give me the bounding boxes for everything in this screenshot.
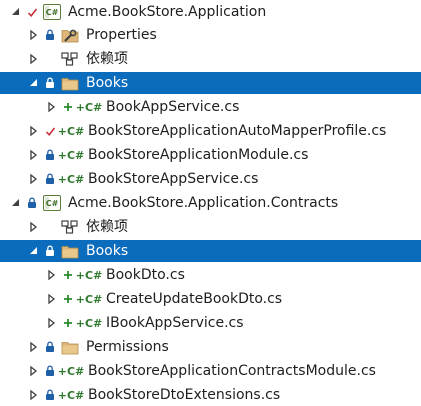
csharp-file-icon: +C# [57, 170, 85, 188]
project-icon: C# [42, 3, 62, 21]
expanded-arrow-icon[interactable] [10, 195, 22, 211]
collapsed-arrow-icon[interactable] [28, 51, 40, 67]
tree-row-dependencies[interactable]: 依赖项 [0, 48, 421, 70]
collapsed-arrow-icon[interactable] [28, 27, 40, 43]
tree-row-label: CreateUpdateBookDto.cs [106, 291, 283, 307]
tree-row-applicationmodule[interactable]: +C# BookStoreApplicationModule.cs [0, 144, 421, 166]
folder-icon [60, 74, 80, 92]
csharp-file-icon: +C# [57, 122, 85, 140]
tree-row-label: BookStoreApplicationAutoMapperProfile.cs [88, 123, 387, 139]
collapsed-arrow-icon[interactable] [46, 291, 58, 307]
tree-row-label: Acme.BookStore.Application.Contracts [68, 195, 339, 211]
collapsed-arrow-icon[interactable] [28, 171, 40, 187]
tree-row-label: Permissions [86, 339, 169, 355]
dependencies-icon [60, 218, 80, 236]
project-icon: C# [42, 194, 62, 212]
collapsed-arrow-icon[interactable] [46, 99, 58, 115]
checkmark-icon [44, 123, 56, 139]
tree-row-label: Properties [86, 27, 157, 43]
lock-icon [26, 195, 38, 211]
collapsed-arrow-icon[interactable] [28, 123, 40, 139]
project-box: C# [43, 195, 61, 211]
tree-row-label: BookStoreApplicationContractsModule.cs [88, 363, 376, 379]
csharp-glyph: +C# [75, 292, 103, 306]
tree-row-dtoextensions[interactable]: +C# BookStoreDtoExtensions.cs [0, 384, 421, 406]
csharp-glyph: +C# [75, 268, 103, 282]
tree-row-permissions-folder[interactable]: Permissions [0, 336, 421, 358]
tree-row-application-project[interactable]: C# Acme.BookStore.Application [0, 1, 421, 23]
expanded-arrow-icon[interactable] [28, 75, 40, 91]
collapsed-arrow-icon[interactable] [28, 363, 40, 379]
collapsed-arrow-icon[interactable] [46, 315, 58, 331]
tree-row-books-folder[interactable]: Books [0, 72, 421, 94]
csharp-file-icon: +C# [57, 386, 85, 404]
tree-row-contracts-books-folder[interactable]: Books [0, 240, 421, 262]
folder-icon [60, 338, 80, 356]
tree-row-label: BookStoreApplicationModule.cs [88, 147, 309, 163]
tree-row-contractsmodule[interactable]: +C# BookStoreApplicationContractsModule.c… [0, 360, 421, 382]
csharp-file-icon: +C# [57, 146, 85, 164]
lock-icon [44, 147, 56, 163]
tree-row-createupdatebookdto[interactable]: +C# CreateUpdateBookDto.cs [0, 288, 421, 310]
plus-icon [62, 99, 74, 115]
csharp-file-icon: +C# [57, 362, 85, 380]
tree-row-properties[interactable]: Properties [0, 24, 421, 46]
csharp-file-icon: +C# [75, 98, 103, 116]
tree-row-label: IBookAppService.cs [106, 315, 244, 331]
tree-row-contracts-project[interactable]: C# Acme.BookStore.Application.Contracts [0, 192, 421, 214]
csharp-file-icon: +C# [75, 314, 103, 332]
csharp-file-icon: +C# [75, 290, 103, 308]
csharp-glyph: +C# [57, 364, 85, 378]
tree-row-label: BookAppService.cs [106, 99, 240, 115]
expanded-arrow-icon[interactable] [10, 4, 22, 20]
project-box: C# [43, 4, 61, 20]
tree-row-bookdto[interactable]: +C# BookDto.cs [0, 264, 421, 286]
tree-row-automapperprofile[interactable]: +C# BookStoreApplicationAutoMapperProfile… [0, 120, 421, 142]
tree-row-bookappservice[interactable]: +C# BookAppService.cs [0, 96, 421, 118]
tree-row-appservice[interactable]: +C# BookStoreAppService.cs [0, 168, 421, 190]
lock-icon [44, 363, 56, 379]
collapsed-arrow-icon[interactable] [28, 219, 40, 235]
tree-row-label: BookDto.cs [106, 267, 185, 283]
lock-icon [44, 27, 56, 43]
tree-row-label: BookStoreDtoExtensions.cs [88, 387, 281, 403]
lock-icon [44, 387, 56, 403]
tree-row-label: 依赖项 [86, 51, 128, 67]
csharp-glyph: +C# [75, 316, 103, 330]
checkmark-icon [26, 4, 38, 20]
collapsed-arrow-icon[interactable] [28, 147, 40, 163]
plus-icon [62, 291, 74, 307]
plus-icon [62, 315, 74, 331]
tree-row-ibookappservice[interactable]: +C# IBookAppService.cs [0, 312, 421, 334]
tree-row-label: 依赖项 [86, 219, 128, 235]
collapsed-arrow-icon[interactable] [28, 387, 40, 403]
tree-row-contracts-dependencies[interactable]: 依赖项 [0, 216, 421, 238]
dependencies-icon [60, 50, 80, 68]
tree-row-label: Acme.BookStore.Application [68, 4, 267, 20]
csharp-glyph: +C# [57, 172, 85, 186]
csharp-glyph: +C# [57, 124, 85, 138]
lock-icon [44, 339, 56, 355]
tree-row-label: Books [86, 75, 129, 91]
csharp-glyph: +C# [57, 148, 85, 162]
tree-row-label: BookStoreAppService.cs [88, 171, 259, 187]
csharp-file-icon: +C# [75, 266, 103, 284]
state-placeholder [44, 219, 56, 235]
csharp-glyph: +C# [75, 100, 103, 114]
plus-icon [62, 267, 74, 283]
lock-icon [44, 171, 56, 187]
csharp-glyph: +C# [57, 388, 85, 402]
collapsed-arrow-icon[interactable] [28, 339, 40, 355]
lock-icon [44, 243, 56, 259]
wrench-folder-icon [60, 26, 80, 44]
expanded-arrow-icon[interactable] [28, 243, 40, 259]
solution-explorer-tree: C# Acme.BookStore.Application Properties … [0, 0, 421, 406]
lock-icon [44, 75, 56, 91]
tree-row-label: Books [86, 243, 129, 259]
state-placeholder [44, 51, 56, 67]
folder-icon [60, 242, 80, 260]
collapsed-arrow-icon[interactable] [46, 267, 58, 283]
